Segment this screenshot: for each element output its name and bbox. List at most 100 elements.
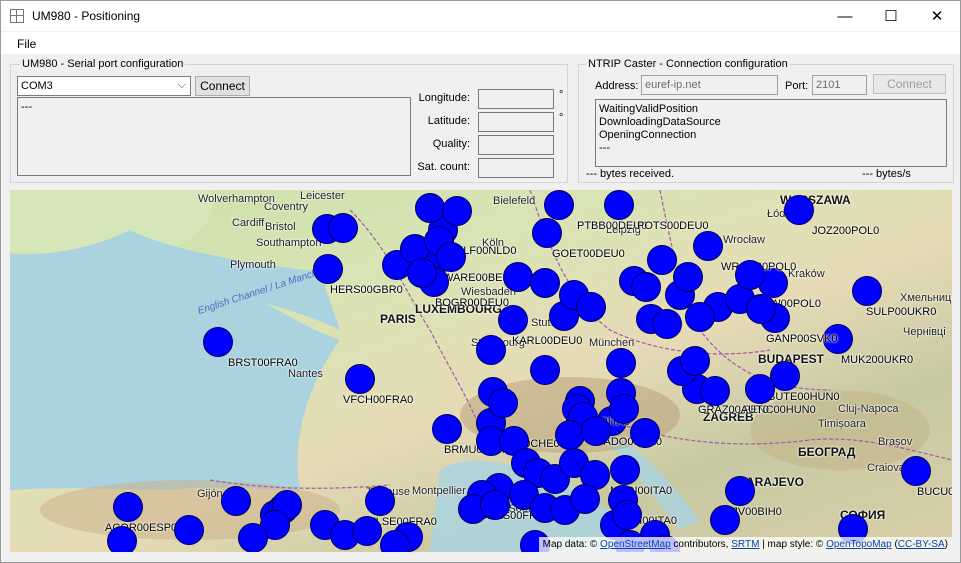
station-marker[interactable] <box>680 346 710 376</box>
latitude-label: Latitude: <box>427 115 470 127</box>
station-marker[interactable] <box>503 262 533 292</box>
serial-port-select[interactable]: COM3 ⌵ <box>17 76 191 96</box>
city-label: Plymouth <box>230 259 276 271</box>
station-marker[interactable] <box>606 348 636 378</box>
station-marker[interactable] <box>415 193 445 223</box>
station-marker[interactable] <box>107 526 137 552</box>
station-marker[interactable] <box>313 254 343 284</box>
station-marker[interactable] <box>570 484 600 514</box>
station-marker[interactable] <box>442 196 472 226</box>
chevron-down-icon[interactable]: ⌵ <box>178 79 186 92</box>
station-marker[interactable] <box>432 414 462 444</box>
station-marker[interactable] <box>745 374 775 404</box>
station-marker[interactable] <box>544 190 574 220</box>
station-marker[interactable] <box>652 309 682 339</box>
station-marker[interactable] <box>352 516 382 546</box>
close-button[interactable]: ✕ <box>914 1 960 31</box>
ntrip-connect-button[interactable]: Connect <box>873 74 946 94</box>
city-label: Cluj-Napoca <box>838 403 899 415</box>
station-marker[interactable] <box>436 242 466 272</box>
quality-field[interactable] <box>478 135 554 155</box>
minimize-button[interactable]: — <box>822 1 868 31</box>
station-label: SULP00UKR0 <box>866 306 937 318</box>
station-marker[interactable] <box>407 258 437 288</box>
bytes-received: --- bytes received. <box>586 168 675 180</box>
map-view[interactable]: English Channel / La Manche PARIS LUXEMBO… <box>10 190 952 552</box>
station-marker[interactable] <box>555 420 585 450</box>
station-marker[interactable] <box>530 355 560 385</box>
longitude-degree: ° <box>559 89 564 101</box>
station-marker[interactable] <box>532 218 562 248</box>
menu-bar: File <box>1 32 960 54</box>
satcount-field[interactable] <box>478 158 554 178</box>
menu-file[interactable]: File <box>17 37 36 51</box>
station-marker[interactable] <box>238 523 268 552</box>
license-link[interactable]: CC-BY-SA <box>898 539 945 550</box>
city-label: Хмельницький <box>900 292 952 304</box>
station-marker[interactable] <box>365 486 395 516</box>
station-marker[interactable] <box>784 195 814 225</box>
latitude-field[interactable] <box>478 112 554 132</box>
station-marker[interactable] <box>174 515 204 545</box>
srtm-link[interactable]: SRTM <box>731 539 759 550</box>
ntrip-port-field[interactable]: 2101 <box>812 75 867 95</box>
station-marker[interactable] <box>710 505 740 535</box>
station-marker[interactable] <box>498 305 528 335</box>
station-marker[interactable] <box>488 388 518 418</box>
osm-link[interactable]: OpenStreetMap <box>600 539 671 550</box>
station-marker[interactable] <box>630 418 660 448</box>
serial-log[interactable]: --- <box>17 97 411 176</box>
title-bar: UM980 - Positioning — ☐ ✕ <box>1 1 960 31</box>
station-marker[interactable] <box>530 268 560 298</box>
station-marker[interactable] <box>852 276 882 306</box>
station-marker[interactable] <box>612 500 642 530</box>
station-marker[interactable] <box>693 231 723 261</box>
station-label: POTS00DEU0 <box>637 220 709 232</box>
station-marker[interactable] <box>113 492 143 522</box>
station-marker[interactable] <box>901 456 931 486</box>
station-marker[interactable] <box>581 416 611 446</box>
station-marker[interactable] <box>673 262 703 292</box>
longitude-field[interactable] <box>478 89 554 109</box>
station-marker[interactable] <box>735 260 765 290</box>
satcount-label: Sat. count: <box>417 161 470 173</box>
city-label: Gijón <box>197 488 223 500</box>
station-marker[interactable] <box>480 490 510 520</box>
opentopomap-link[interactable]: OpenTopoMap <box>826 539 892 550</box>
maximize-button[interactable]: ☐ <box>868 1 914 31</box>
ntrip-log[interactable]: WaitingValidPosition DownloadingDataSour… <box>595 99 947 167</box>
city-label: Nantes <box>288 368 323 380</box>
city-label: Timișoara <box>818 418 866 430</box>
station-marker[interactable] <box>609 394 639 424</box>
app-icon <box>10 9 24 23</box>
city-label: München <box>589 337 635 349</box>
serial-config-title: UM980 - Serial port configuration <box>20 58 186 70</box>
station-marker[interactable] <box>221 486 251 516</box>
station-marker[interactable] <box>380 530 410 552</box>
city-label: Bielefeld <box>493 195 536 207</box>
station-marker[interactable] <box>631 272 661 302</box>
station-marker[interactable] <box>746 294 776 324</box>
ntrip-log-line: --- <box>599 142 610 154</box>
ntrip-address-field[interactable]: euref-ip.net <box>641 75 778 95</box>
station-marker[interactable] <box>685 302 715 332</box>
serial-connect-button[interactable]: Connect <box>195 76 250 96</box>
station-marker[interactable] <box>725 476 755 506</box>
station-marker[interactable] <box>576 292 606 322</box>
attribution-mid: contributors, <box>670 539 732 550</box>
station-marker[interactable] <box>476 335 506 365</box>
station-label: GRAZ00AUT0 <box>698 404 769 416</box>
ntrip-address-label: Address: <box>595 80 639 92</box>
station-marker[interactable] <box>604 190 634 220</box>
station-marker[interactable] <box>610 455 640 485</box>
station-marker[interactable] <box>203 327 233 357</box>
station-marker[interactable] <box>700 376 730 406</box>
station-marker[interactable] <box>345 364 375 394</box>
station-marker[interactable] <box>328 213 358 243</box>
ntrip-log-line: WaitingValidPosition <box>599 103 699 115</box>
ntrip-config-title: NTRIP Caster - Connection configuration <box>586 58 790 70</box>
map-attribution: Map data: © OpenStreetMap contributors, … <box>538 537 952 552</box>
city-label: Чернівці <box>903 326 946 338</box>
station-label: VFCH00FRA0 <box>343 394 414 406</box>
station-marker[interactable] <box>647 245 677 275</box>
